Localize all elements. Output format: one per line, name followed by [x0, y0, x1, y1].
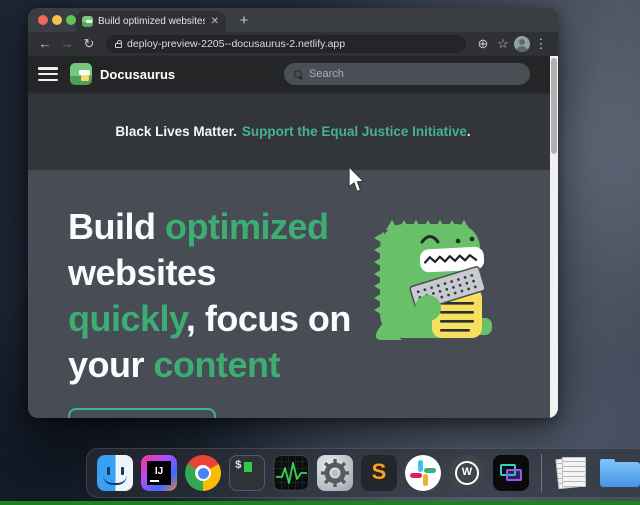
dock-documents-stack-icon[interactable]	[554, 455, 590, 491]
browser-window: Build optimized websites quick ✕ + ← → ↻…	[28, 8, 558, 418]
scrollbar-thumb[interactable]	[551, 58, 557, 154]
dock-divider	[541, 454, 542, 492]
bookmark-star-icon[interactable]: ☆	[494, 35, 512, 53]
page-scrollbar[interactable]	[550, 56, 558, 418]
get-started-button[interactable]	[68, 408, 216, 418]
url-text: deploy-preview-2205--docusaurus-2.netlif…	[127, 38, 345, 50]
docusaurus-favicon-icon	[82, 16, 93, 27]
hero-section: Build optimizedwebsitesquickly, focus on…	[28, 170, 558, 418]
macos-dock: IJ $	[86, 448, 640, 498]
announcement-bar: Black Lives Matter. Support the Equal Ju…	[28, 92, 558, 170]
docusaurus-logo-icon[interactable]	[70, 63, 92, 85]
site-navbar: Docusaurus	[28, 56, 558, 92]
dock-screens-app-icon[interactable]	[493, 455, 529, 491]
dock-terminal-icon[interactable]: $	[229, 455, 265, 491]
profile-avatar[interactable]	[514, 36, 530, 52]
tab-close-icon[interactable]: ✕	[210, 16, 220, 27]
address-bar[interactable]: deploy-preview-2205--docusaurus-2.netlif…	[106, 35, 466, 53]
announcement-link[interactable]: Support the Equal Justice Initiative	[242, 124, 467, 139]
window-controls	[38, 15, 76, 25]
browser-tab[interactable]: Build optimized websites quick ✕	[76, 11, 226, 32]
page-content: Docusaurus Black Lives Matter. Support t…	[28, 56, 558, 418]
mouse-cursor	[346, 166, 366, 194]
dock-intellij-idea-icon[interactable]: IJ	[141, 455, 177, 491]
back-icon[interactable]: ←	[36, 35, 54, 53]
desktop-wallpaper: Build optimized websites quick ✕ + ← → ↻…	[0, 0, 640, 505]
new-tab-button[interactable]: +	[234, 11, 254, 31]
menu-dots-icon[interactable]: ⋮	[532, 35, 550, 53]
docusaurus-mascot-illustration	[368, 212, 500, 346]
dock-sublime-text-icon[interactable]: S	[361, 455, 397, 491]
announcement-text: Black Lives Matter.	[115, 124, 237, 139]
dock-slack-icon[interactable]	[405, 455, 441, 491]
search-icon	[294, 70, 303, 79]
tab-strip: Build optimized websites quick ✕ +	[28, 8, 558, 32]
reload-icon[interactable]: ↻	[80, 35, 98, 53]
dock-activity-monitor-icon[interactable]	[273, 455, 309, 491]
site-search[interactable]	[284, 63, 530, 85]
dock-chrome-icon[interactable]	[185, 455, 221, 491]
extensions-icon[interactable]: ⊕	[474, 35, 492, 53]
dock-downloads-folder-icon[interactable]	[598, 455, 634, 491]
browser-toolbar: ← → ↻ deploy-preview-2205--docusaurus-2.…	[28, 32, 558, 56]
minimize-window-button[interactable]	[52, 15, 62, 25]
zoom-window-button[interactable]	[66, 15, 76, 25]
dock-system-gear-icon[interactable]	[317, 455, 353, 491]
dock-workplace-icon[interactable]: W	[449, 455, 485, 491]
dock-finder-icon[interactable]	[97, 455, 133, 491]
capture-border-strip	[0, 501, 640, 505]
announcement-suffix: .	[467, 124, 471, 139]
forward-icon[interactable]: →	[58, 35, 76, 53]
search-input[interactable]	[309, 68, 520, 80]
site-brand[interactable]: Docusaurus	[100, 67, 175, 82]
ssl-lock-icon	[115, 43, 122, 48]
hamburger-menu-icon[interactable]	[38, 67, 58, 81]
toolbar-right-icons: ⊕ ☆ ⋮	[474, 35, 550, 53]
tab-title: Build optimized websites quick	[98, 16, 205, 27]
close-window-button[interactable]	[38, 15, 48, 25]
